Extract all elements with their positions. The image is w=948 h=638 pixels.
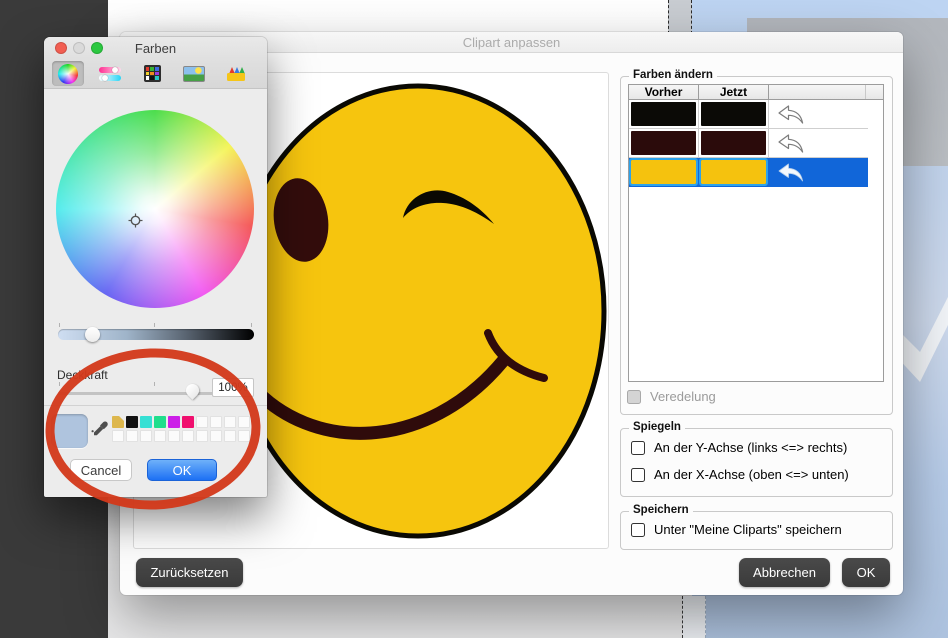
brightness-slider-thumb[interactable] (85, 327, 100, 342)
crayons-icon (226, 66, 246, 82)
save-to-cliparts-checkbox[interactable] (631, 523, 645, 537)
groupbox-spiegeln: Spiegeln (620, 428, 893, 497)
undo-arrow-icon[interactable] (775, 133, 805, 154)
tab-color-sliders[interactable] (94, 61, 126, 86)
opacity-slider-thumb[interactable] (183, 381, 201, 399)
table-header: Vorher Jetzt (629, 85, 883, 100)
save-to-cliparts-option[interactable]: Unter "Meine Cliparts" speichern (631, 522, 842, 537)
undo-arrow-icon[interactable] (775, 162, 805, 183)
mirror-y-option[interactable]: An der Y-Achse (links <=> rechts) (631, 440, 847, 455)
swatch[interactable] (154, 416, 166, 428)
mirror-x-label: An der X-Achse (oben <=> unten) (654, 467, 849, 482)
color-selector-crosshair[interactable] (128, 213, 143, 228)
color-mode-toolbar (44, 59, 267, 89)
vorher-swatch (631, 131, 696, 155)
swatch[interactable] (168, 416, 180, 428)
farben-color-panel: Farben (44, 37, 267, 497)
window-controls (55, 42, 103, 54)
slider-tick (154, 382, 155, 386)
sliders-icon (99, 66, 121, 82)
cancel-button[interactable]: Abbrechen (739, 558, 830, 587)
current-color-well[interactable] (51, 414, 88, 448)
color-row[interactable] (629, 129, 868, 158)
swatch-empty[interactable] (238, 416, 250, 428)
slider-tick (59, 323, 60, 327)
slider-tick (59, 382, 60, 386)
opacity-value[interactable]: 100% (212, 378, 254, 397)
zoom-icon[interactable] (91, 42, 103, 54)
tab-color-wheel[interactable] (52, 61, 84, 86)
swatch[interactable] (140, 416, 152, 428)
groupbox-farben-aendern-legend: Farben ändern (629, 69, 717, 81)
undo-arrow-icon[interactable] (775, 104, 805, 125)
vorher-swatch (631, 102, 696, 126)
color-row[interactable] (629, 100, 868, 129)
minimize-icon (73, 42, 85, 54)
tab-crayons[interactable] (220, 61, 252, 86)
column-header-vorher: Vorher (629, 85, 699, 99)
mirror-y-checkbox[interactable] (631, 441, 645, 455)
column-header-jetzt: Jetzt (699, 85, 769, 99)
color-mapping-table: Vorher Jetzt (628, 84, 884, 382)
opacity-label: Deckkraft (57, 368, 108, 382)
swatch-grid (112, 416, 252, 442)
swatch[interactable] (126, 416, 138, 428)
dialog-title: Clipart anpassen (463, 35, 561, 50)
mirror-x-option[interactable]: An der X-Achse (oben <=> unten) (631, 467, 849, 482)
tab-image-palettes[interactable] (178, 61, 210, 86)
swatch-empty[interactable] (210, 430, 222, 442)
mirror-y-label: An der Y-Achse (links <=> rechts) (654, 440, 847, 455)
image-palette-icon (183, 66, 205, 82)
panel-title: Farben (135, 41, 176, 56)
swatch-empty[interactable] (112, 430, 124, 442)
jetzt-swatch[interactable] (701, 131, 766, 155)
groupbox-speichern-legend: Speichern (629, 504, 693, 516)
color-wheel-icon (58, 64, 78, 84)
close-icon[interactable] (55, 42, 67, 54)
swatch-empty[interactable] (196, 430, 208, 442)
jetzt-swatch[interactable] (701, 102, 766, 126)
divider (44, 405, 267, 406)
swatch-empty[interactable] (154, 430, 166, 442)
swatch-empty[interactable] (224, 416, 236, 428)
swatch-empty[interactable] (196, 416, 208, 428)
veredelung-checkbox (627, 390, 641, 404)
swatch[interactable] (182, 416, 194, 428)
ok-button[interactable]: OK (842, 558, 890, 587)
swatch-empty[interactable] (224, 430, 236, 442)
screen: Clipart anpassen Farben ändern Vorher Je… (0, 0, 948, 638)
panel-ok-button[interactable]: OK (147, 459, 217, 481)
veredelung-option: Veredelung (627, 389, 716, 404)
column-header-action (769, 85, 866, 99)
tab-color-palettes[interactable] (136, 61, 168, 86)
mirror-x-checkbox[interactable] (631, 468, 645, 482)
save-to-cliparts-label: Unter "Meine Cliparts" speichern (654, 522, 842, 537)
jetzt-swatch[interactable] (701, 160, 766, 184)
swatch[interactable] (112, 416, 124, 428)
palette-grid-icon (144, 65, 161, 82)
panel-titlebar[interactable]: Farben (44, 37, 267, 59)
groupbox-spiegeln-legend: Spiegeln (629, 421, 685, 433)
swatch-empty[interactable] (182, 430, 194, 442)
swatch-empty[interactable] (168, 430, 180, 442)
swatch-empty[interactable] (126, 430, 138, 442)
vorher-swatch (631, 160, 696, 184)
swatch-empty[interactable] (238, 430, 250, 442)
eyedropper-icon[interactable] (90, 418, 109, 437)
swatch-empty[interactable] (140, 430, 152, 442)
color-wheel[interactable] (56, 110, 254, 308)
veredelung-label: Veredelung (650, 389, 716, 404)
color-row-selected[interactable] (629, 158, 868, 187)
selection-marquee-top (668, 0, 692, 34)
selection-marquee-bottom (682, 596, 706, 638)
slider-tick (154, 323, 155, 327)
smiley-face (232, 86, 604, 536)
swatch-empty[interactable] (210, 416, 222, 428)
panel-cancel-button[interactable]: Cancel (70, 459, 132, 481)
reset-button[interactable]: Zurücksetzen (136, 558, 243, 587)
slider-tick (251, 323, 252, 327)
